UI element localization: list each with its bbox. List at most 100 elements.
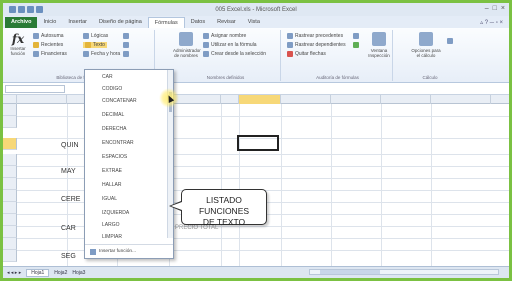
- tag-icon: [203, 33, 209, 39]
- logical-icon: [83, 33, 89, 39]
- grid-line: [239, 104, 240, 266]
- select-all-corner[interactable]: [3, 95, 17, 104]
- trace-precedents-button[interactable]: Rastrear precedentes: [287, 33, 343, 39]
- more-functions-button[interactable]: [123, 51, 129, 57]
- column-header[interactable]: [331, 95, 381, 104]
- watch-window-button[interactable]: Ventana Inspección: [367, 32, 391, 58]
- row-header[interactable]: [3, 116, 17, 128]
- insert-function-button[interactable]: fx Insertar función: [7, 32, 29, 56]
- function-item[interactable]: CODIGO: [102, 86, 122, 92]
- create-from-selection-button[interactable]: Crear desde la selección: [203, 51, 266, 57]
- lookup-button[interactable]: [123, 33, 129, 39]
- sheet-tab-2[interactable]: Hoja2: [54, 270, 67, 276]
- calc-options-button[interactable]: Opciones para el cálculo: [409, 32, 443, 58]
- logical-button[interactable]: Lógicas: [83, 33, 108, 39]
- row-header[interactable]: [3, 104, 17, 116]
- row-header[interactable]: [3, 226, 17, 238]
- name-manager-button[interactable]: Administrador de nombres: [173, 32, 201, 58]
- cell[interactable]: CAR: [61, 225, 76, 232]
- formula-auditing-caption: Auditoría de fórmulas: [316, 75, 359, 80]
- trace-dependents-button[interactable]: Rastrear dependientes: [287, 42, 346, 48]
- close-button[interactable]: ×: [501, 5, 505, 12]
- remove-arrows-button[interactable]: Quitar flechas: [287, 51, 326, 57]
- row-header[interactable]: [3, 238, 17, 250]
- lookup-icon: [123, 33, 129, 39]
- window-controls: – □ ×: [485, 5, 505, 12]
- function-item[interactable]: ENCONTRAR: [102, 140, 134, 146]
- function-item[interactable]: EXTRAE: [102, 168, 122, 174]
- cell[interactable]: SEG: [61, 253, 76, 260]
- error-check-button[interactable]: [353, 42, 359, 48]
- row-header[interactable]: [3, 214, 17, 226]
- star-icon: [33, 42, 39, 48]
- cell[interactable]: MAY: [61, 168, 76, 175]
- tab-home[interactable]: Inicio: [37, 17, 62, 28]
- name-box[interactable]: [5, 85, 65, 93]
- ribbon-formulas: fx Insertar función Autosuma Recientes F…: [3, 28, 509, 83]
- function-item[interactable]: HALLAR: [102, 182, 121, 188]
- name-manager-icon: [179, 32, 193, 46]
- function-item[interactable]: CONCATENAR: [102, 98, 137, 104]
- ribbon-tabs: Archivo Inicio Insertar Diseño de página…: [3, 16, 509, 28]
- cell[interactable]: CERE: [61, 196, 80, 203]
- sheet-tab-1[interactable]: Hoja1: [26, 268, 50, 277]
- function-item[interactable]: DECIMAL: [102, 112, 124, 118]
- financial-button[interactable]: Financieras: [33, 51, 67, 57]
- row-header[interactable]: [3, 202, 17, 214]
- function-item[interactable]: DERECHA: [102, 126, 126, 132]
- date-time-button[interactable]: Fecha y hora: [83, 51, 120, 57]
- title-bar: 005 Excel.xls - Microsoft Excel – □ ×: [3, 3, 509, 16]
- function-item[interactable]: LIMPIAR: [102, 234, 122, 240]
- formula-auditing-group: Rastrear precedentes Rastrear dependient…: [283, 30, 393, 81]
- column-header-selected[interactable]: [239, 95, 281, 104]
- row-header[interactable]: [3, 178, 17, 190]
- tab-data[interactable]: Datos: [185, 17, 211, 28]
- function-item[interactable]: CAR: [102, 74, 113, 80]
- column-header[interactable]: [281, 95, 331, 104]
- insert-function-item[interactable]: Insertar función...: [85, 244, 173, 258]
- calculation-group: Opciones para el cálculo Cálculo: [395, 30, 465, 81]
- function-item[interactable]: LARGO: [102, 222, 120, 228]
- row-header[interactable]: [3, 166, 17, 178]
- calc-now-button[interactable]: [447, 38, 453, 44]
- autosum-button[interactable]: Autosuma: [33, 33, 64, 39]
- column-header[interactable]: [381, 95, 431, 104]
- callout-line-2: DE TEXTO: [202, 217, 246, 227]
- worksheet-grid[interactable]: QUIN MAY CERE CAR SEG PRECIO TOTAL: [3, 104, 509, 266]
- row-header[interactable]: [3, 154, 17, 166]
- column-header[interactable]: [431, 95, 491, 104]
- recent-button[interactable]: Recientes: [33, 42, 63, 48]
- row-header[interactable]: [3, 250, 17, 262]
- column-header[interactable]: [221, 95, 239, 104]
- show-formulas-button[interactable]: [353, 33, 359, 39]
- text-button[interactable]: Texto: [83, 42, 107, 48]
- math-button[interactable]: [123, 42, 129, 48]
- scroll-thumb[interactable]: [320, 270, 380, 274]
- selection-icon: [203, 51, 209, 57]
- function-item[interactable]: IGUAL: [102, 196, 117, 202]
- active-cell[interactable]: [237, 135, 279, 151]
- sheet-tab-3[interactable]: Hoja3: [72, 270, 85, 276]
- minimize-button[interactable]: –: [485, 5, 489, 12]
- tab-file[interactable]: Archivo: [5, 17, 38, 28]
- function-item[interactable]: ESPACIOS: [102, 154, 127, 160]
- row-header-selected[interactable]: [3, 138, 17, 150]
- row-header[interactable]: [3, 190, 17, 202]
- help-icon[interactable]: ▵ ? ─ ▫ ×: [480, 19, 503, 26]
- horizontal-scrollbar[interactable]: [309, 269, 499, 275]
- tab-review[interactable]: Revisar: [211, 17, 242, 28]
- function-item[interactable]: IZQUIERDA: [102, 210, 129, 216]
- column-header[interactable]: [17, 95, 67, 104]
- sheet-nav-icon[interactable]: ◂ ◂ ▸ ▸: [7, 270, 21, 276]
- tab-formulas[interactable]: Fórmulas: [147, 17, 185, 28]
- show-formulas-icon: [353, 33, 359, 39]
- use-in-formula-button[interactable]: Utilizar en la fórmula: [203, 42, 257, 48]
- grid-line: [221, 104, 222, 266]
- maximize-button[interactable]: □: [493, 5, 497, 12]
- tab-view[interactable]: Vista: [242, 17, 266, 28]
- callout-annotation: LISTADO FUNCIONES DE TEXTO: [181, 189, 267, 227]
- tab-insert[interactable]: Insertar: [62, 17, 93, 28]
- cell[interactable]: QUIN: [61, 142, 79, 149]
- tab-page-layout[interactable]: Diseño de página: [93, 17, 148, 28]
- define-name-button[interactable]: Asignar nombre: [203, 33, 246, 39]
